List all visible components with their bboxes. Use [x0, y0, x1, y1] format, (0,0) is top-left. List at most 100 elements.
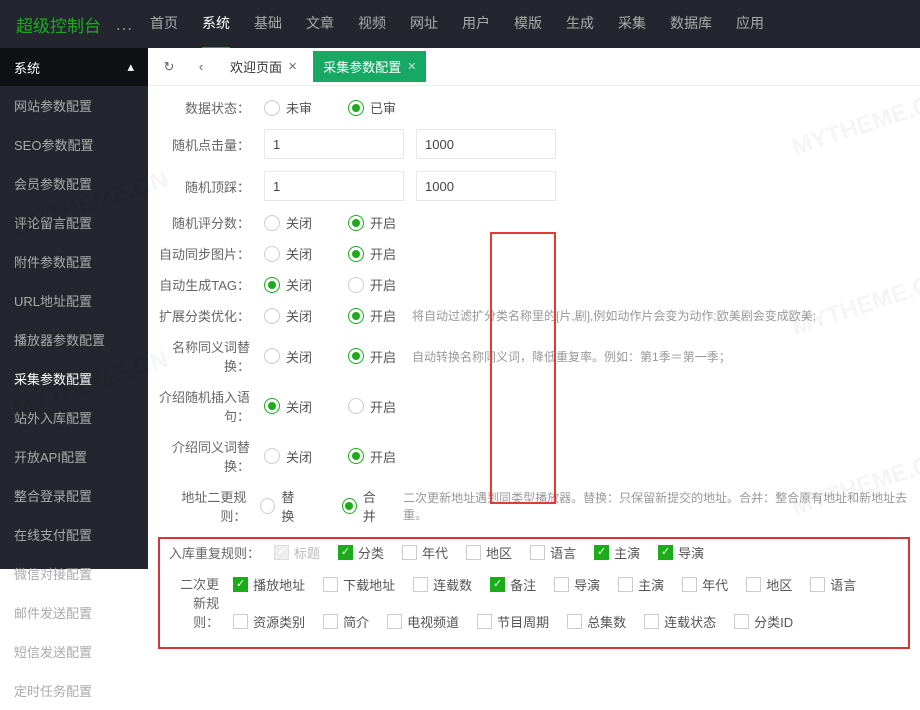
radio-dot-icon	[264, 215, 280, 231]
radio-option[interactable]: 合并	[342, 487, 387, 525]
checkbox-icon	[402, 545, 417, 560]
sidebar-item[interactable]: 在线支付配置	[0, 515, 148, 554]
number-input[interactable]	[264, 129, 404, 159]
radio-option[interactable]: 已审	[348, 98, 396, 117]
sidebar-item[interactable]: 会员参数配置	[0, 164, 148, 203]
topnav-item[interactable]: 模版	[514, 0, 542, 49]
checkbox-option[interactable]: 总集数	[567, 612, 626, 631]
form-label: 入库重复规则：	[168, 543, 260, 562]
sidebar-item[interactable]: 定时任务配置	[0, 671, 148, 710]
checkbox-option[interactable]: 分类ID	[734, 612, 793, 631]
sidebar-item[interactable]: 开放API配置	[0, 437, 148, 476]
checkbox-option[interactable]: 语言	[530, 543, 576, 562]
checkbox-option[interactable]: 年代	[402, 543, 448, 562]
sidebar-item[interactable]: 采集参数配置	[0, 359, 148, 398]
topnav-item[interactable]: 基础	[254, 0, 282, 49]
checkbox-label: 导演	[678, 543, 704, 562]
checkbox-option[interactable]: 下载地址	[323, 575, 395, 594]
topnav-item[interactable]: 网址	[410, 0, 438, 49]
topnav-item[interactable]: 视频	[358, 0, 386, 49]
back-icon[interactable]: ‹	[188, 54, 214, 80]
radio-option[interactable]: 开启	[348, 275, 396, 294]
sidebar-item[interactable]: SEO参数配置	[0, 125, 148, 164]
radio-option[interactable]: 开启	[348, 244, 396, 263]
radio-option[interactable]: 开启	[348, 306, 396, 325]
topnav-item[interactable]: 生成	[566, 0, 594, 49]
checkbox-option[interactable]: 主演	[618, 575, 664, 594]
radio-option[interactable]: 关闭	[264, 275, 312, 294]
radio-option[interactable]: 关闭	[264, 244, 312, 263]
sidebar-item[interactable]: 播放器参数配置	[0, 320, 148, 359]
checkbox-icon	[466, 545, 481, 560]
radio-label: 关闭	[286, 213, 312, 232]
topnav-item[interactable]: 首页	[150, 0, 178, 49]
checkbox-option[interactable]: 资源类别	[233, 612, 305, 631]
menu-dots-icon[interactable]: …	[115, 14, 134, 35]
radio-option[interactable]: 未审	[264, 98, 312, 117]
radio-option[interactable]: 开启	[348, 347, 396, 366]
radio-option[interactable]: 关闭	[264, 213, 312, 232]
topnav-item[interactable]: 采集	[618, 0, 646, 49]
topnav-item[interactable]: 系统	[202, 0, 230, 49]
topnav-item[interactable]: 应用	[736, 0, 764, 49]
form-label: 随机评分数：	[158, 213, 250, 232]
checkbox-option[interactable]: 导演	[554, 575, 600, 594]
checkbox-label: 标题	[294, 543, 320, 562]
number-input[interactable]	[416, 129, 556, 159]
checkbox-option[interactable]: ✓分类	[338, 543, 384, 562]
sidebar-item[interactable]: URL地址配置	[0, 281, 148, 320]
radio-option[interactable]: 关闭	[264, 306, 312, 325]
checkbox-option[interactable]: 连载数	[413, 575, 472, 594]
number-input[interactable]	[416, 171, 556, 201]
close-icon[interactable]: ✕	[288, 60, 297, 73]
checkbox-option[interactable]: 电视频道	[387, 612, 459, 631]
radio-option[interactable]: 关闭	[264, 347, 312, 366]
sidebar-head[interactable]: 系统 ▴	[0, 48, 148, 86]
checkbox-icon	[530, 545, 545, 560]
radio-label: 开启	[370, 397, 396, 416]
radio-dot-icon	[348, 448, 364, 464]
sidebar-item[interactable]: 网站参数配置	[0, 86, 148, 125]
topnav-item[interactable]: 用户	[462, 0, 490, 49]
checkbox-option[interactable]: 年代	[682, 575, 728, 594]
checkbox-option[interactable]: ✓播放地址	[233, 575, 305, 594]
checkbox-option[interactable]: 地区	[746, 575, 792, 594]
checkbox-option[interactable]: 地区	[466, 543, 512, 562]
sidebar-item[interactable]: 微信对接配置	[0, 554, 148, 593]
sidebar-item[interactable]: 整合登录配置	[0, 476, 148, 515]
checkbox-option[interactable]: 连载状态	[644, 612, 716, 631]
checkbox-option[interactable]: 语言	[810, 575, 856, 594]
radio-option[interactable]: 开启	[348, 447, 396, 466]
checkbox-label: 地区	[486, 543, 512, 562]
form-label: 数据状态：	[158, 98, 250, 117]
sidebar-item[interactable]: 站外入库配置	[0, 398, 148, 437]
checkbox-option[interactable]: ✓主演	[594, 543, 640, 562]
checkbox-label: 语言	[550, 543, 576, 562]
radio-option[interactable]: 关闭	[264, 397, 312, 416]
checkbox-icon	[734, 614, 749, 629]
sidebar-item[interactable]: 评论留言配置	[0, 203, 148, 242]
radio-option[interactable]: 替换	[260, 487, 305, 525]
tab-collect-config[interactable]: 采集参数配置 ✕	[313, 51, 426, 82]
radio-option[interactable]: 开启	[348, 213, 396, 232]
refresh-icon[interactable]: ↻	[156, 54, 182, 80]
checkbox-icon: ✓	[233, 577, 248, 592]
checkbox-icon	[554, 577, 569, 592]
topnav-item[interactable]: 数据库	[670, 0, 712, 49]
topnav-item[interactable]: 文章	[306, 0, 334, 49]
checkbox-option[interactable]: ✓备注	[490, 575, 536, 594]
checkbox-option[interactable]: 节目周期	[477, 612, 549, 631]
radio-option[interactable]: 开启	[348, 397, 396, 416]
sidebar-item[interactable]: 短信发送配置	[0, 632, 148, 671]
close-icon[interactable]: ✕	[407, 60, 416, 73]
tab-welcome[interactable]: 欢迎页面 ✕	[220, 51, 307, 82]
radio-option[interactable]: 关闭	[264, 447, 312, 466]
number-input[interactable]	[264, 171, 404, 201]
checkbox-option[interactable]: ✓导演	[658, 543, 704, 562]
checkbox-option: ✓标题	[274, 543, 320, 562]
checkbox-icon	[413, 577, 428, 592]
checkbox-option[interactable]: 简介	[323, 612, 369, 631]
sidebar-item[interactable]: 附件参数配置	[0, 242, 148, 281]
sidebar-item[interactable]: 邮件发送配置	[0, 593, 148, 632]
radio-dot-icon	[348, 398, 364, 414]
